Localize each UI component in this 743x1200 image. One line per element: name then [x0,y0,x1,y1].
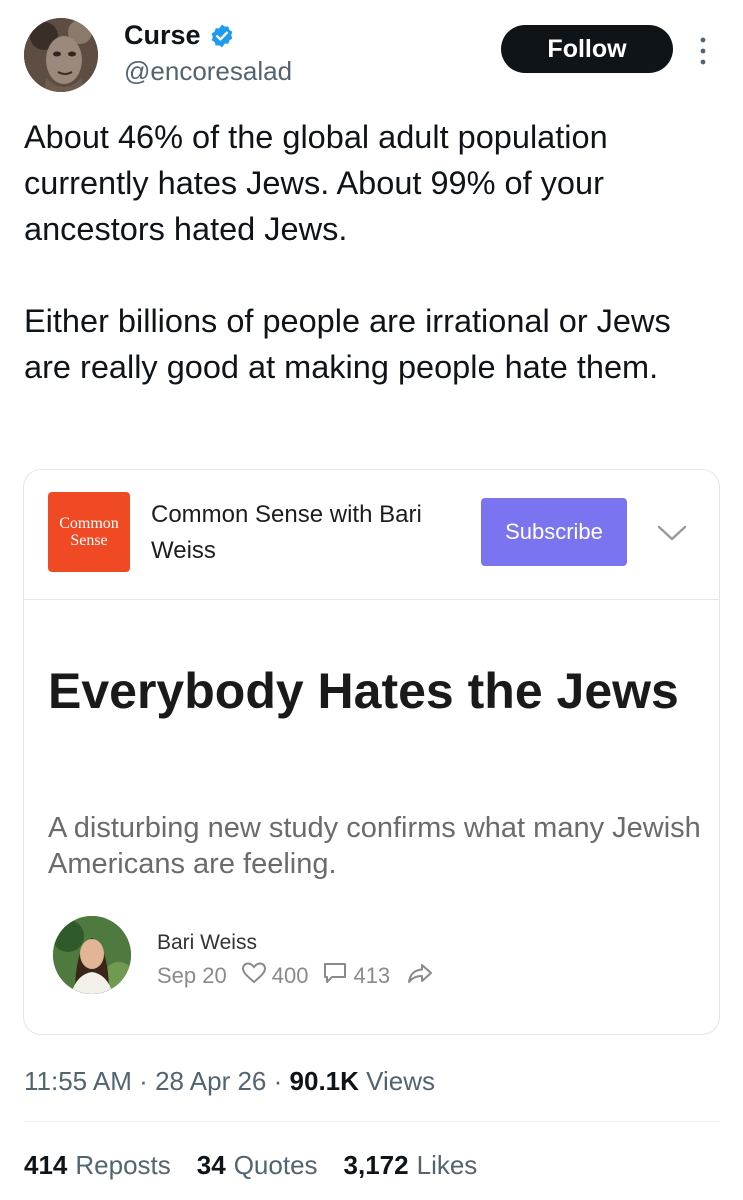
quotes-count: 34 [196,1150,226,1180]
subscribe-button[interactable]: Subscribe [481,498,627,566]
publication-logo-line: Common [59,515,119,532]
tweet-paragraph: About 46% of the global adult population… [24,119,608,247]
comment-icon[interactable] [322,961,348,991]
likes-label: Likes [416,1150,478,1180]
like-count: 400 [271,963,309,988]
display-name[interactable]: Curse [124,20,201,51]
user-avatar[interactable] [24,18,98,92]
article-date: Sep 20 [157,963,227,988]
reposts-count: 414 [24,1150,68,1180]
engagement-stats: 414 Reposts 34 Quotes 3,172 Likes [24,1150,477,1181]
comment-count: 413 [353,963,391,988]
separator-dot: · [273,1066,283,1096]
card-divider [24,599,719,600]
follow-button[interactable]: Follow [501,25,673,73]
author-avatar[interactable] [53,916,131,994]
verified-badge-icon [209,23,235,49]
tweet-paragraph: Either billions of people are irrational… [24,303,671,385]
tweet-time[interactable]: 11:55 AM [24,1066,132,1096]
publication-logo-line: Sense [70,532,108,549]
article-meta: Sep 20 400 413 [157,961,439,991]
tweet-date[interactable]: 28 Apr 26 [155,1066,266,1096]
heart-icon[interactable] [241,961,267,991]
statue-face-avatar-icon [24,18,98,92]
publication-name[interactable]: Common Sense with Bari Weiss [151,497,471,569]
likes-stat[interactable]: 3,172 Likes [344,1150,478,1181]
article-subtitle: A disturbing new study confirms what man… [48,812,701,880]
quotes-label: Quotes [233,1150,318,1180]
publication-logo[interactable]: Common Sense [48,492,130,572]
user-name-row: Curse [124,20,235,51]
reposts-stat[interactable]: 414 Reposts [24,1150,171,1181]
chevron-down-icon[interactable] [655,522,689,544]
author-photo-icon [53,916,131,994]
tweet-text: About 46% of the global adult population… [24,114,724,390]
likes-count: 3,172 [343,1150,409,1180]
more-options-icon[interactable] [696,34,710,68]
article-title[interactable]: Everybody Hates the Jews [48,658,688,724]
quotes-stat[interactable]: 34 Quotes [197,1150,318,1181]
divider [24,1121,720,1122]
share-icon[interactable] [406,961,434,991]
reposts-label: Reposts [75,1150,171,1180]
tweet-timestamp: 11:55 AM · 28 Apr 26 · 90.1K Views [24,1066,435,1097]
user-handle[interactable]: @encoresalad [124,56,292,87]
separator-dot: · [139,1066,148,1096]
views-label: Views [366,1066,436,1096]
views-count: 90.1K [289,1066,359,1096]
author-name[interactable]: Bari Weiss [157,931,257,955]
